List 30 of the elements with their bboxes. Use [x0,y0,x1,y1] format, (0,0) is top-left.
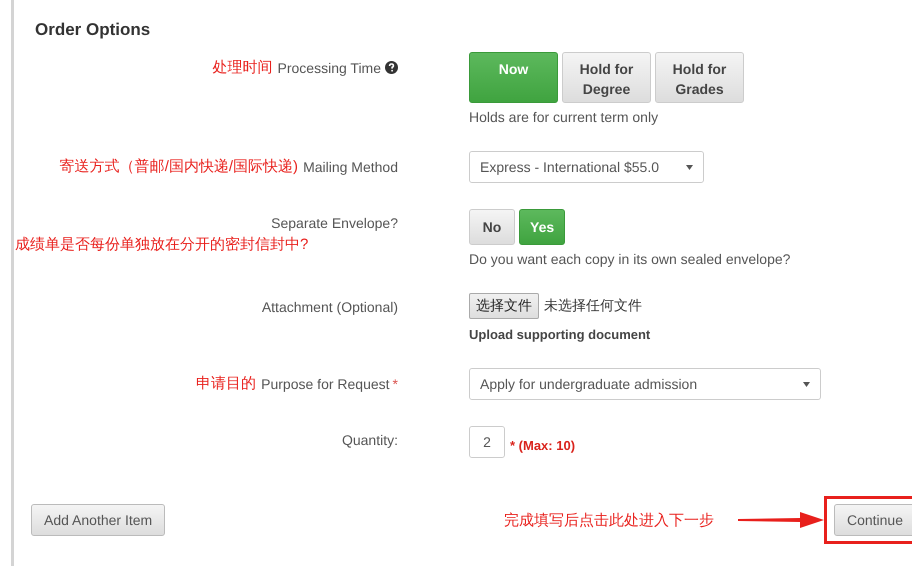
choose-file-button[interactable]: 选择文件 [469,293,539,319]
add-item-button[interactable]: Add Another Item [31,504,166,536]
option-button[interactable]: Hold for Degree [562,52,651,103]
caret-icon [686,164,693,170]
annotation-text: 寄送方式（普邮/国内快递/国际快递) [60,157,298,176]
field-label: Processing Time [278,60,381,76]
field-label: Mailing Method [303,158,398,174]
caret-icon [803,382,810,386]
max-note: * (Max: 10) [510,436,576,452]
section-heading: Order Options [35,19,152,41]
field-label: Quantity: [342,432,398,448]
file-status: 未选择任何文件 [544,297,642,315]
dropdown-select[interactable]: Apply for undergraduate admission [469,368,821,400]
help-text: Upload supporting document [469,327,650,342]
annotation-text: 成绩单是否每份单独放在分开的密封信封中? [15,235,308,254]
option-button[interactable]: No [469,209,515,245]
continue-button[interactable]: Continue [834,504,912,536]
annotation-text: 申请目的 [196,374,256,393]
required-mark: * [392,376,398,392]
field-label: Separate Envelope? [271,215,398,231]
field-label: Purpose for Request [261,376,390,392]
help-text: Do you want each copy in its own sealed envelope? [469,251,790,267]
callout-text: 完成填写后点击此处进入下一步 [504,510,714,530]
help-icon[interactable] [385,61,398,74]
option-button[interactable]: Hold for Grades [655,52,744,103]
field-label: Attachment (Optional) [262,299,398,315]
quantity-field[interactable]: 2 [469,426,505,458]
dropdown-select[interactable]: Express - International $55.0 [469,151,704,183]
help-text: Holds are for current term only [469,109,658,125]
annotation-text: 处理时间 [212,58,273,77]
